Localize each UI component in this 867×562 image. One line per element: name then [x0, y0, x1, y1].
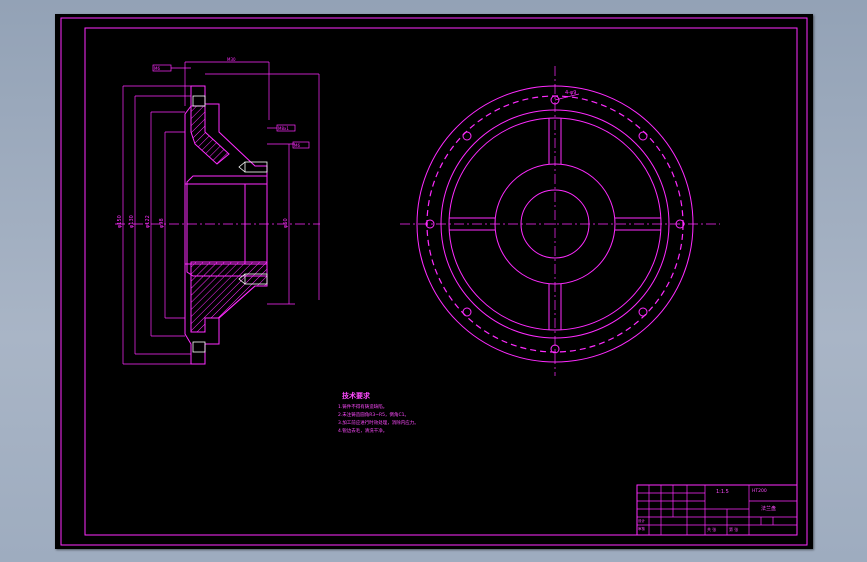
note-item-1: 1.铸件不得有铸造缺陷。	[338, 405, 388, 410]
title-part-name: 法兰盘	[761, 506, 777, 512]
bolt-hole-8	[462, 131, 472, 141]
dim-text-5: φ60	[283, 218, 289, 228]
note-item-2: 2.未注铸造圆角R3~R5，倒角C1。	[338, 413, 410, 418]
notes-heading: 技术要求	[342, 392, 370, 400]
note-item-3: 3.加工前应进行时效处理，消除内应力。	[338, 421, 419, 426]
bolt-hole-6	[462, 307, 472, 317]
hole-callout-text: 4-φ9	[565, 90, 576, 96]
threaded-hole-top	[244, 161, 268, 173]
title-sheet-total: 共 张	[707, 527, 717, 532]
bolt-hole-2	[638, 131, 648, 141]
circular-view: 4-φ9	[400, 66, 720, 376]
drawing-sheet: φ150 φ130 φ122 φ98 φ60 M6 M8x1 M6 M30 4-…	[55, 14, 813, 549]
title-scale: 1:1.5	[716, 489, 729, 495]
drill-point-top	[238, 161, 246, 173]
bolt-hole-top	[192, 95, 206, 107]
tag-text-2: M8x1	[278, 126, 289, 131]
title-row-label-2: 审核	[638, 527, 645, 531]
bolt-hole-bottom	[192, 341, 206, 353]
cad-drawing: φ150 φ130 φ122 φ98 φ60 M6 M8x1 M6 M30 4-…	[60, 17, 808, 546]
hatch-top	[190, 105, 230, 165]
tag-text-4: M30	[227, 57, 236, 62]
tag-text-1: M6	[154, 66, 160, 71]
dim-text-4: φ98	[159, 218, 165, 228]
section-view	[115, 61, 320, 365]
title-material: HT200	[752, 489, 767, 494]
tag-text-3: M6	[294, 143, 300, 148]
note-item-4: 4.锐边去毛，清洗干净。	[338, 429, 388, 434]
dim-text-3: φ122	[145, 215, 151, 228]
title-row-label-1: 设计	[638, 519, 645, 523]
outer-border	[60, 17, 808, 546]
dim-text-1: φ150	[117, 215, 123, 228]
title-sheet-index: 第 张	[729, 527, 739, 532]
dim-text-2: φ130	[129, 215, 135, 228]
hatch-bottom	[190, 261, 268, 333]
bolt-hole-4	[638, 307, 648, 317]
